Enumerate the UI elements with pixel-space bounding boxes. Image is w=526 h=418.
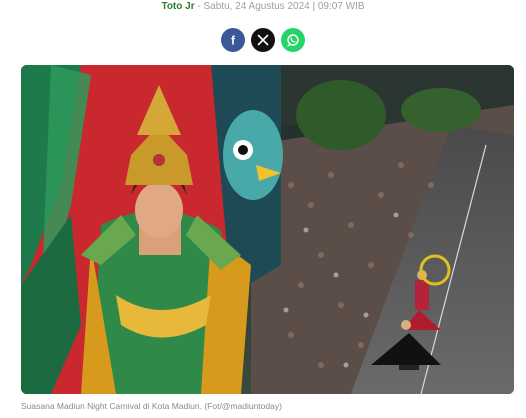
facebook-icon: f [231, 34, 236, 46]
carnival-photo-illustration [21, 65, 514, 394]
svg-text:f: f [231, 34, 236, 46]
article-byline: Toto Jr - Sabtu, 24 Agustus 2024 | 09:07… [0, 1, 526, 12]
article-photo [21, 65, 514, 394]
share-facebook-button[interactable]: f [221, 28, 245, 52]
share-whatsapp-button[interactable] [281, 28, 305, 52]
publish-datetime: Sabtu, 24 Agustus 2024 | 09:07 WIB [203, 1, 365, 12]
share-x-button[interactable] [251, 28, 275, 52]
share-bar: f [0, 28, 526, 52]
byline-separator: - [194, 1, 204, 12]
photo-caption: Suasana Madiun Night Carnival di Kota Ma… [21, 401, 282, 411]
whatsapp-icon [286, 34, 299, 47]
x-icon [257, 34, 269, 46]
author-name[interactable]: Toto Jr [161, 1, 194, 12]
